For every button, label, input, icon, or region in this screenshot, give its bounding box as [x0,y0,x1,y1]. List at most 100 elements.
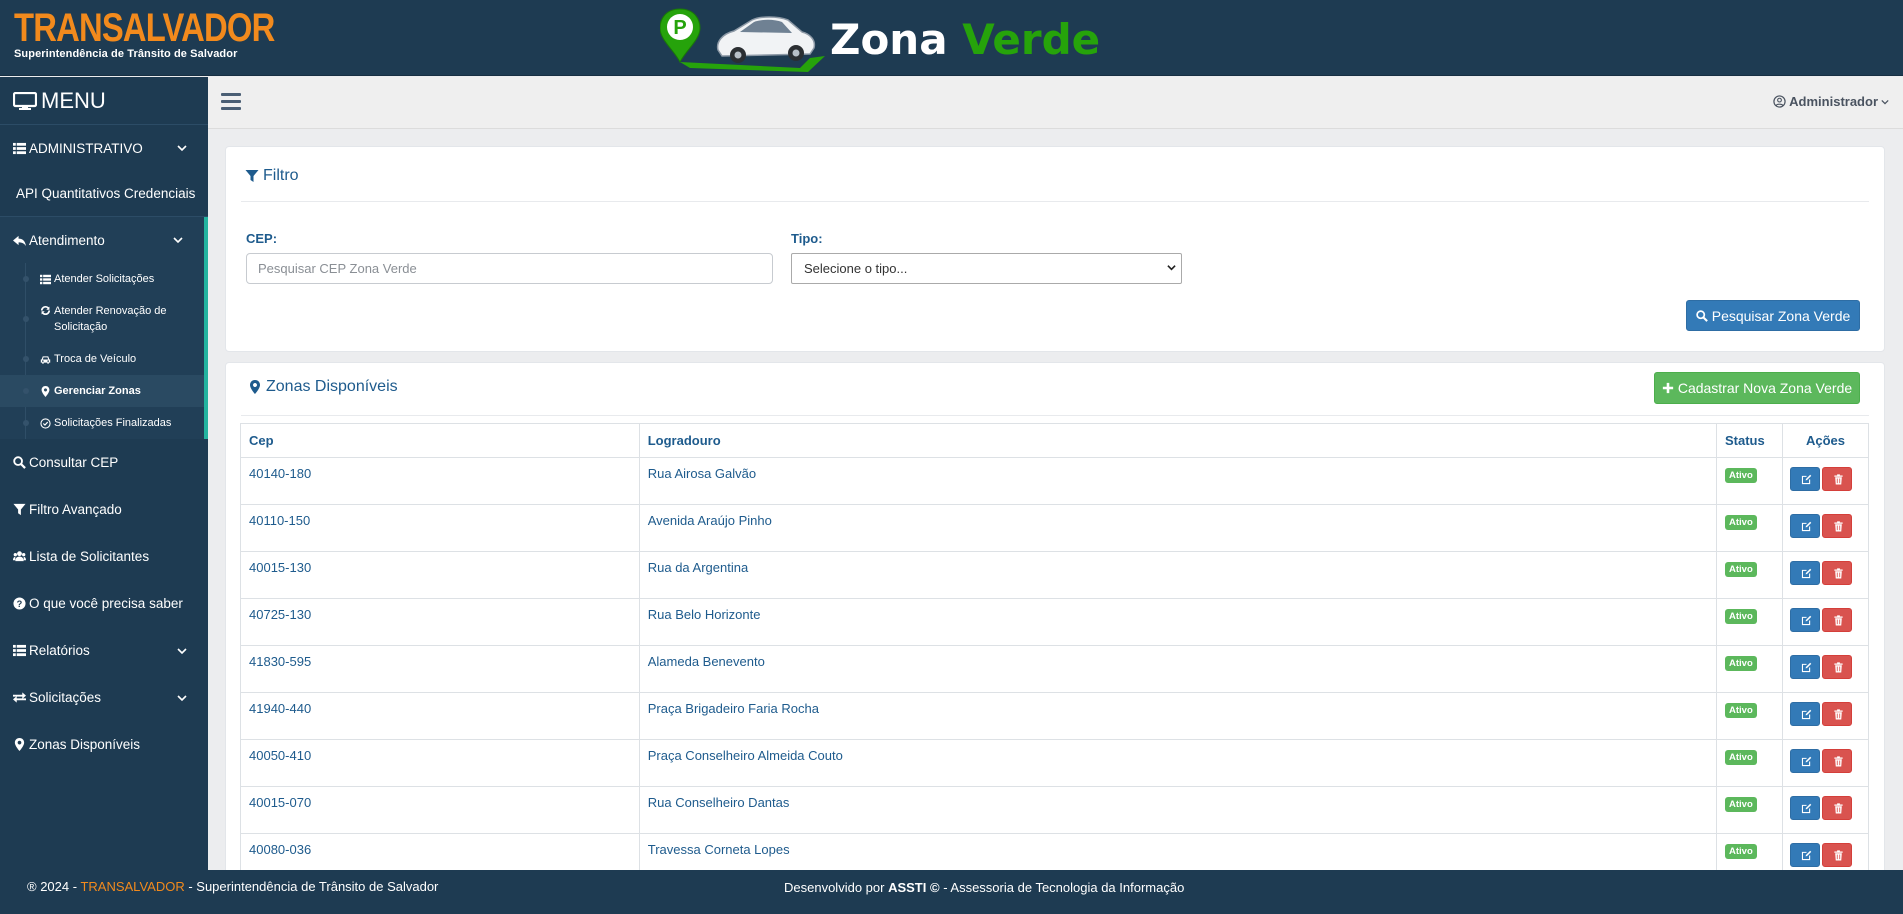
status-badge: Ativo [1725,703,1757,718]
divider [241,201,1869,202]
delete-button[interactable] [1821,655,1852,679]
cell-cep: 40140-180 [240,457,640,505]
delete-button[interactable] [1821,561,1852,585]
delete-button[interactable] [1821,702,1852,726]
sidebar-item-relatorios[interactable]: Relatórios [0,627,208,674]
cep-search-input[interactable] [246,253,773,284]
edit-icon [1801,803,1812,814]
content-toolbar: Administrador [208,77,1903,129]
sidebar-item-o-que-saber[interactable]: ? O que você precisa saber [0,580,208,627]
tipo-select[interactable]: Selecione o tipo... [791,253,1182,284]
table-row: 40015-130 Rua da Argentina Ativo [240,551,1870,599]
edit-button[interactable] [1789,514,1820,538]
cell-logradouro: Rua Airosa Galvão [638,457,1718,505]
sidebar-subitem-troca-veiculo[interactable]: Troca de Veículo [0,343,204,375]
delete-button[interactable] [1821,843,1852,867]
cell-actions [1781,551,1870,599]
cell-logradouro: Praça Conselheiro Almeida Couto [638,739,1718,787]
edit-icon [1801,521,1812,532]
edit-icon [1801,709,1812,720]
status-badge: Ativo [1725,515,1757,530]
delete-button[interactable] [1821,608,1852,632]
list-icon [40,274,51,284]
cell-status: Ativo [1716,645,1783,693]
map-marker-icon [14,738,25,751]
table-row: 41830-595 Alameda Benevento Ativo [240,645,1870,693]
footer-dev-name: ASSTI © [888,880,940,895]
sidebar-item-api-quantitativos[interactable]: API Quantitativos Credenciais [0,171,208,217]
sidebar-subitem-label: Atender Renovação de Solicitação [54,305,167,333]
add-zone-button[interactable]: Cadastrar Nova Zona Verde [1654,372,1860,404]
sidebar-subitem-solicitacoes-finalizadas[interactable]: Solicitações Finalizadas [0,407,204,439]
edit-button[interactable] [1789,467,1820,491]
sidebar-item-consultar-cep[interactable]: Consultar CEP [0,439,208,486]
edit-button[interactable] [1789,655,1820,679]
trash-icon [1834,474,1843,485]
user-menu[interactable]: Administrador [1773,94,1889,109]
edit-button[interactable] [1789,702,1820,726]
footer-dev-prefix: Desenvolvido por [784,880,885,895]
divider [241,415,1869,416]
status-badge: Ativo [1725,844,1757,859]
filter-icon [13,503,26,516]
zona-verde-word2: Verde [962,15,1101,64]
sidebar-item-label: Lista de Solicitantes [29,549,150,564]
table-row: 41940-440 Praça Brigadeiro Faria Rocha Ati… [240,692,1870,740]
cell-actions [1781,504,1870,552]
zones-title: Zonas Disponíveis [266,378,398,395]
sidebar-subitem-atender-solicitacoes[interactable]: Atender Solicitações [0,263,204,295]
add-zone-button-label: Cadastrar Nova Zona Verde [1677,380,1853,396]
sidebar-item-administrativo[interactable]: ADMINISTRATIVO [0,125,208,171]
chevron-down-icon [177,694,187,701]
delete-button[interactable] [1821,514,1852,538]
delete-button[interactable] [1821,467,1852,491]
filter-panel-header: Filtro [245,167,299,185]
cell-actions [1781,598,1870,646]
sidebar-subitem-gerenciar-zonas[interactable]: Gerenciar Zonas [0,375,204,407]
trash-icon [1834,662,1843,673]
sidebar-item-atendimento[interactable]: Atendimento [0,217,204,263]
edit-button[interactable] [1789,608,1820,632]
cell-status: Ativo [1716,786,1783,834]
sidebar-item-label: Zonas Disponíveis [29,737,141,752]
edit-button[interactable] [1789,796,1820,820]
sidebar-item-lista-solicitantes[interactable]: Lista de Solicitantes [0,533,208,580]
edit-icon [1801,756,1812,767]
map-marker-icon [41,385,50,397]
tipo-selected-value: Selecione o tipo... [804,261,908,276]
sidebar-submenu: Atender Solicitações Atender Renovação d… [0,263,204,439]
search-zone-button[interactable]: Pesquisar Zona Verde [1686,300,1860,331]
sidebar-item-label: Consultar CEP [29,455,119,470]
reply-icon [13,235,26,246]
sidebar-subitem-atender-renovacao[interactable]: Atender Renovação de Solicitação [0,295,204,343]
sidebar-item-solicitacoes[interactable]: Solicitações [0,674,208,721]
edit-button[interactable] [1789,843,1820,867]
edit-button[interactable] [1789,561,1820,585]
edit-icon [1801,662,1812,673]
sidebar-item-filtro-avancado[interactable]: Filtro Avançado [0,486,208,533]
cell-cep: 41940-440 [240,692,640,740]
delete-button[interactable] [1821,749,1852,773]
column-header-cep[interactable]: Cep [240,423,640,458]
zona-verde-word1: Zona [830,15,948,64]
trash-icon [1834,709,1843,720]
question-circle-icon: ? [13,597,26,610]
column-header-status[interactable]: Status [1716,423,1783,458]
user-circle-icon [1773,95,1786,108]
footer-org: - Superintendência de Trânsito de Salvad… [188,879,439,894]
cell-status: Ativo [1716,457,1783,505]
table-row: 40140-180 Rua Airosa Galvão Ativo [240,457,1870,505]
parking-badge-text: P [673,17,686,39]
sidebar-item-label: Solicitações [29,690,102,705]
column-header-logradouro[interactable]: Logradouro [638,423,1718,458]
brand-logo[interactable]: TRANSALVADOR Superintendência de Trânsit… [14,8,332,60]
trash-icon [1834,615,1843,626]
sidebar-item-label: ADMINISTRATIVO [29,140,143,156]
sidebar-item-zonas-disponiveis[interactable]: Zonas Disponíveis [0,721,208,768]
hamburger-menu-icon[interactable] [221,93,241,111]
cell-cep: 40015-130 [240,551,640,599]
delete-button[interactable] [1821,796,1852,820]
edit-button[interactable] [1789,749,1820,773]
plus-icon [1662,382,1673,394]
cell-logradouro: Rua Belo Horizonte [638,598,1718,646]
